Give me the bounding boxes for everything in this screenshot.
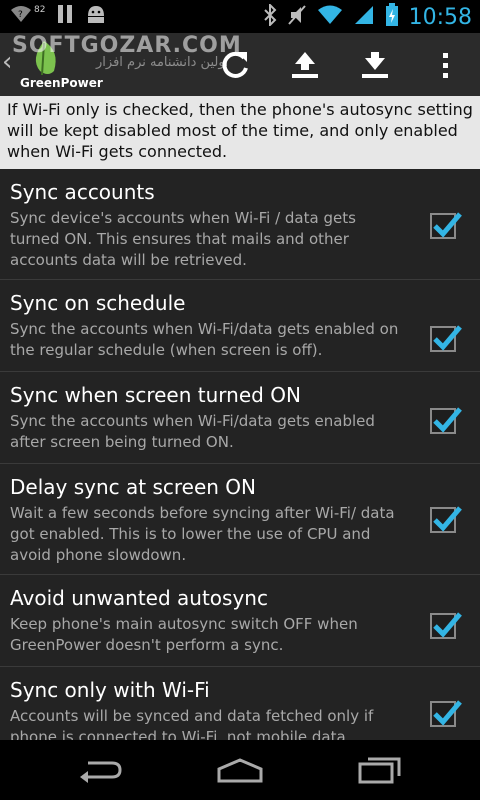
setting-title: Sync accounts xyxy=(10,180,155,204)
pause-icon xyxy=(57,4,73,28)
setting-title: Delay sync at screen ON xyxy=(10,475,256,499)
sync-accounts-checkbox[interactable] xyxy=(430,212,462,239)
setting-sync-only-wifi[interactable]: Sync only with Wi-Fi Accounts will be sy… xyxy=(0,667,480,740)
sync-on-schedule-checkbox[interactable] xyxy=(430,325,462,352)
avoid-unwanted-autosync-checkbox[interactable] xyxy=(430,612,462,639)
recents-button[interactable] xyxy=(350,752,410,788)
app-name: GreenPower xyxy=(20,76,103,90)
checkmark-icon xyxy=(433,407,462,433)
setting-title: Avoid unwanted autosync xyxy=(10,586,268,610)
delay-sync-checkbox[interactable] xyxy=(430,506,462,533)
setting-summary: Sync the accounts when Wi-Fi/data gets e… xyxy=(10,320,399,359)
home-button[interactable] xyxy=(210,752,270,788)
recents-icon xyxy=(358,757,401,784)
refresh-button[interactable] xyxy=(210,41,260,89)
setting-summary: Accounts will be synced and data fetched… xyxy=(10,707,374,740)
checkmark-icon xyxy=(433,325,462,351)
upload-icon xyxy=(292,52,318,78)
sync-only-wifi-checkbox[interactable] xyxy=(430,700,462,727)
android-icon xyxy=(85,4,107,28)
notification-count: 82 xyxy=(34,5,46,15)
overflow-menu-icon xyxy=(443,53,448,78)
checkmark-icon xyxy=(433,612,462,638)
setting-sync-when-screen-on[interactable]: Sync when screen turned ON Sync the acco… xyxy=(0,372,480,464)
mute-vibrate-icon xyxy=(287,4,307,30)
setting-summary: Wait a few seconds before syncing after … xyxy=(10,504,395,564)
setting-sync-accounts[interactable]: Sync accounts Sync device's accounts whe… xyxy=(0,169,480,280)
action-bar: ‹ SOFTGOZAR.COM اولین دانشنامه نرم افزار… xyxy=(0,33,480,96)
setting-summary: Sync device's accounts when Wi-Fi / data… xyxy=(10,209,356,269)
setting-summary: Keep phone's main autosync switch OFF wh… xyxy=(10,615,358,654)
setting-avoid-unwanted-autosync[interactable]: Avoid unwanted autosync Keep phone's mai… xyxy=(0,575,480,667)
setting-delay-sync[interactable]: Delay sync at screen ON Wait a few secon… xyxy=(0,464,480,575)
download-icon xyxy=(362,52,388,78)
overflow-menu-button[interactable] xyxy=(420,41,470,89)
watermark-subtitle: اولین دانشنامه نرم افزار xyxy=(96,55,229,70)
refresh-icon xyxy=(222,51,248,78)
settings-list: Sync accounts Sync device's accounts whe… xyxy=(0,169,480,740)
setting-title: Sync only with Wi-Fi xyxy=(10,678,210,702)
setting-title: Sync when screen turned ON xyxy=(10,383,301,407)
back-chevron-icon[interactable]: ‹ xyxy=(2,47,12,77)
setting-title: Sync on schedule xyxy=(10,291,186,315)
clock: 10:58 xyxy=(408,4,472,30)
wifi-question-icon: ? xyxy=(10,4,32,28)
download-button[interactable] xyxy=(350,41,400,89)
info-text: If Wi-Fi only is checked, then the phone… xyxy=(0,96,480,169)
battery-icon xyxy=(385,3,399,31)
wifi-icon xyxy=(317,4,343,30)
checkmark-icon xyxy=(433,506,462,532)
back-arrow-icon xyxy=(80,761,122,783)
svg-text:?: ? xyxy=(18,10,23,20)
setting-summary: Sync the accounts when Wi-Fi/data gets e… xyxy=(10,412,375,451)
upload-button[interactable] xyxy=(280,41,330,89)
back-button[interactable] xyxy=(70,752,130,788)
home-icon xyxy=(217,758,263,783)
signal-icon xyxy=(353,4,375,30)
status-bar: ? 82 10:58 xyxy=(0,0,480,33)
setting-sync-on-schedule[interactable]: Sync on schedule Sync the accounts when … xyxy=(0,280,480,372)
checkmark-icon xyxy=(433,700,462,726)
sync-when-screen-on-checkbox[interactable] xyxy=(430,407,462,434)
navigation-bar xyxy=(0,740,480,800)
checkmark-icon xyxy=(433,212,462,238)
bluetooth-icon xyxy=(263,2,277,30)
